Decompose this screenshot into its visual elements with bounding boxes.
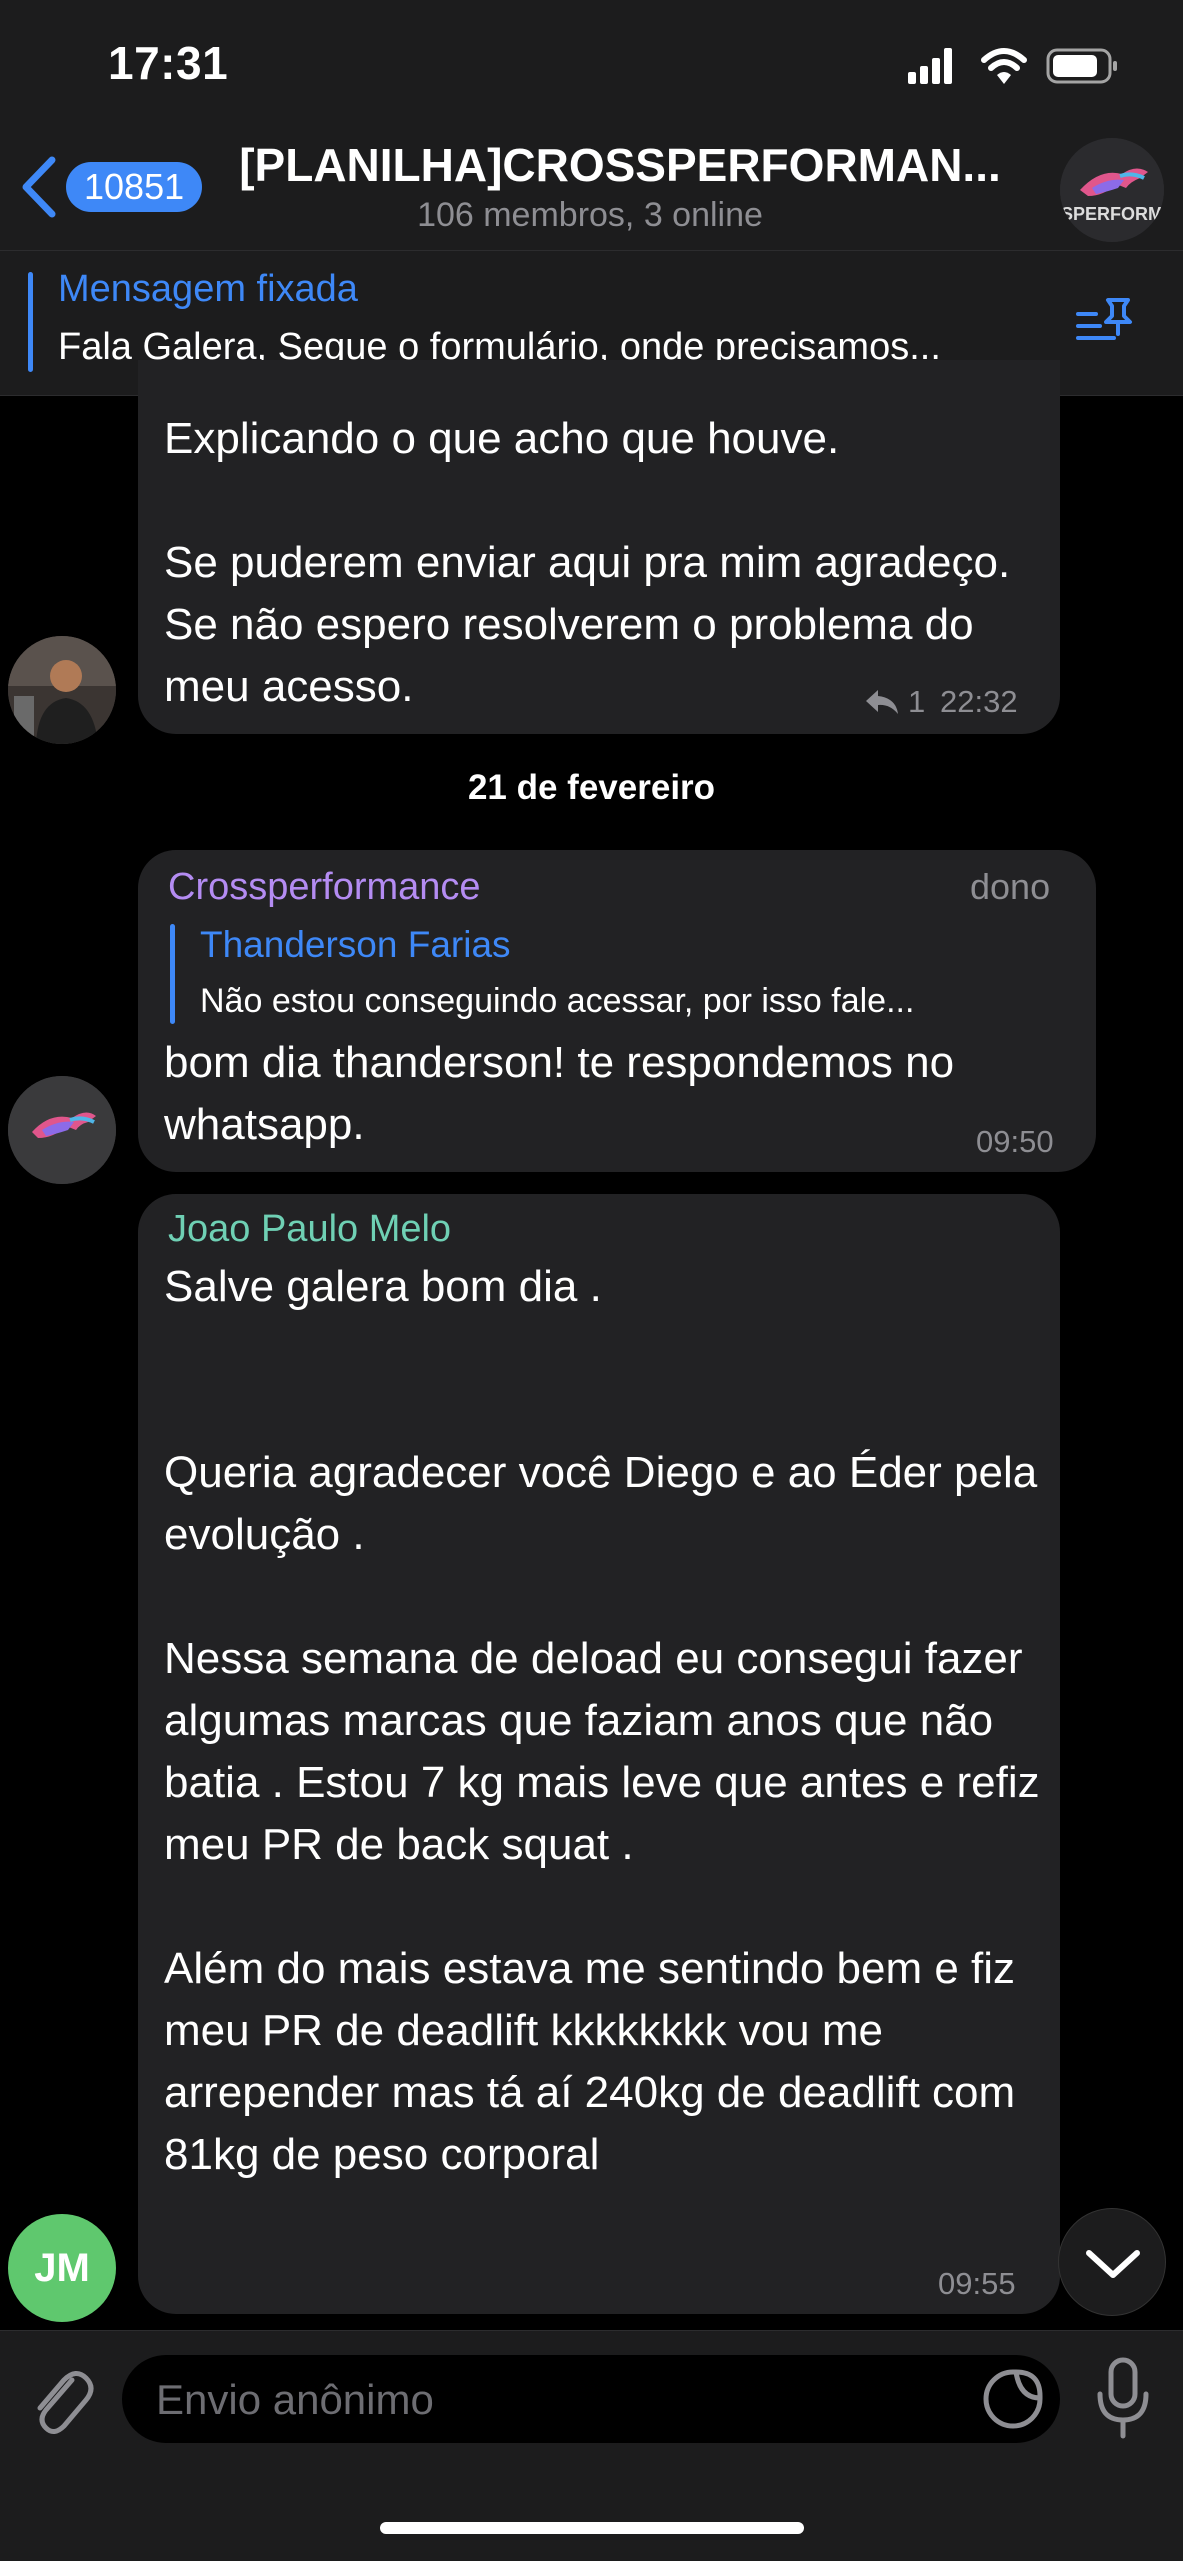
message-text: bom dia thanderson! te respondemos no wh… xyxy=(164,1038,967,1149)
group-avatar-text: SPERFORM xyxy=(1060,204,1163,224)
back-chevron-icon[interactable] xyxy=(18,154,62,220)
chevron-down-icon xyxy=(1086,2250,1140,2278)
message-text: Salve galera bom dia . Queria agradecer … xyxy=(164,1262,1040,2179)
sender-name[interactable]: Crossperformance xyxy=(168,866,481,909)
battery-icon xyxy=(1046,48,1117,84)
signal-icon xyxy=(908,48,952,84)
message-text: Explicando o que acho que houve. Se pude… xyxy=(164,414,1011,711)
scroll-to-bottom-button[interactable] xyxy=(1058,2208,1166,2316)
home-indicator xyxy=(380,2522,804,2534)
unread-count-badge[interactable]: 10851 xyxy=(66,162,203,212)
tiger-logo-icon xyxy=(8,1076,116,1184)
date-separator: 21 de fevereiro xyxy=(467,768,716,807)
wifi-icon xyxy=(981,48,1027,84)
pinned-indicator xyxy=(28,272,33,372)
reply-icon[interactable] xyxy=(864,686,900,716)
sender-name[interactable]: Joao Paulo Melo xyxy=(168,1208,451,1251)
message-input-placeholder: Envio anônimo xyxy=(156,2376,434,2423)
microphone-icon[interactable] xyxy=(1090,2356,1156,2442)
user-avatar-initials[interactable]: JM xyxy=(8,2214,116,2322)
chat-title[interactable]: [PLANILHA]CROSSPERFORMAN... xyxy=(230,138,1010,192)
message-time: 09:50 xyxy=(976,1124,1054,1159)
tiger-logo-icon xyxy=(1060,138,1164,242)
status-icons xyxy=(908,48,1117,84)
person-photo-icon xyxy=(8,636,116,744)
message-time: 09:55 xyxy=(938,2266,1016,2301)
message-time: 22:32 xyxy=(940,684,1018,719)
quote-indicator xyxy=(170,924,175,1024)
group-avatar[interactable]: SPERFORM xyxy=(1060,138,1164,242)
attachment-icon[interactable] xyxy=(26,2360,94,2440)
quote-text[interactable]: Não estou conseguindo acessar, por isso … xyxy=(200,982,1072,1021)
crossperformance-avatar[interactable] xyxy=(8,1076,116,1184)
chat-subtitle: 106 membros, 3 online xyxy=(417,196,763,234)
user-avatar-photo[interactable] xyxy=(8,636,116,744)
admin-role-label: dono xyxy=(970,866,1051,907)
avatar-initials: JM xyxy=(34,2245,90,2290)
reply-count: 1 xyxy=(908,684,926,719)
pin-list-icon[interactable] xyxy=(1074,292,1138,348)
quote-author[interactable]: Thanderson Farias xyxy=(200,924,511,966)
pinned-title: Mensagem fixada xyxy=(58,268,358,310)
status-time: 17:31 xyxy=(108,37,229,89)
sticker-icon[interactable] xyxy=(980,2366,1046,2432)
